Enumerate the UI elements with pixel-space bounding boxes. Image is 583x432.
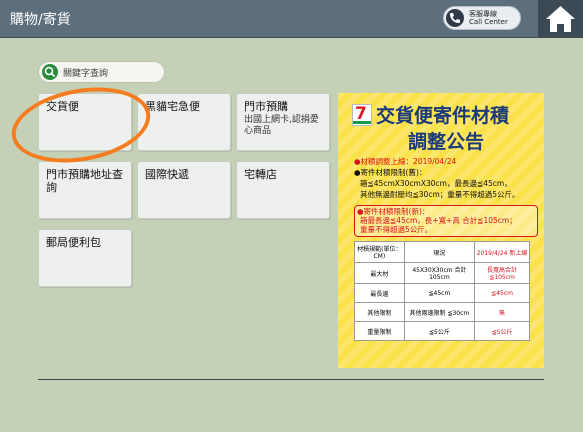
search-icon (42, 64, 58, 80)
table-cell: 重量限制 (354, 321, 405, 341)
tile-preorder-address[interactable]: 門市預購地址查詢 (38, 161, 132, 219)
table-row: 其他限制 其他兩邊限制 ≦30cm 無 (354, 302, 530, 322)
table-row: 最大材 45X30X30cm 合計105cm 長寬高合計 ≦105cm (354, 262, 530, 284)
tile-label: 黑貓宅急便 (145, 100, 200, 113)
search-placeholder: 關鍵字查詢 (63, 69, 109, 79)
tile-international-express[interactable]: 國際快遞 (137, 161, 231, 219)
poster-subtitle: 調整公告 (408, 131, 485, 153)
highlight-circle (5, 77, 157, 173)
table-cell: ≦45cm (474, 283, 530, 303)
table-cell: 其他兩邊限制 ≦30cm (403, 302, 476, 322)
tile-post-office-pack[interactable]: 郵局便利包 (38, 229, 132, 287)
call-center-button[interactable]: 客服專線 Call Center (443, 6, 521, 30)
tile-label: 郵局便利包 (46, 236, 101, 249)
poster-line: 重量不得超過5公斤。 (360, 225, 433, 234)
table-cell: 長寬高合計 ≦105cm (474, 262, 530, 284)
tile-label: 宅轉店 (244, 168, 277, 181)
poster-line: ●材積調整上線：2019/04/24 (354, 157, 457, 166)
table-cell: 2019/4/24 新上線 (474, 241, 530, 263)
home-icon (546, 6, 575, 32)
tile-sublabel: 出國上網卡,認捐愛心商品 (244, 115, 319, 136)
table-row: 重量限制 ≦5公斤 ≦5公斤 (354, 321, 530, 341)
table-row: 最長邊 ≦45cm ≦45cm (354, 283, 530, 303)
poster-line: 其他無邊耐壓均≦30cm；重量不得超過5公斤。 (360, 190, 520, 199)
announcement-poster[interactable]: 7 交貨便寄件材積 調整公告 ●材積調整上線：2019/04/24 ●寄件材積限… (338, 93, 544, 368)
table-cell: 最長邊 (354, 283, 405, 303)
table-cell: ≦45cm (403, 283, 476, 303)
table-cell: ≦5公斤 (403, 321, 476, 341)
size-limit-table: 材積規範(單位：CM) 現況 2019/4/24 新上線 最大材 45X30X3… (354, 241, 530, 341)
search-input[interactable]: 關鍵字查詢 (38, 61, 165, 83)
poster-title: 交貨便寄件材積 (376, 105, 510, 127)
top-bar: 購物/寄貨 客服專線 Call Center (0, 0, 583, 38)
poster-line: 箱≦45cmX30cmX30cm，最長邊≦45cm， (360, 179, 512, 188)
home-button[interactable] (538, 0, 583, 37)
tile-label: 門市預購 (244, 100, 288, 113)
tile-label: 國際快遞 (145, 168, 189, 181)
table-header-row: 材積規範(單位：CM) 現況 2019/4/24 新上線 (354, 241, 530, 263)
table-cell: 現況 (403, 241, 476, 263)
phone-icon (446, 9, 464, 27)
tile-black-cat[interactable]: 黑貓宅急便 (137, 93, 231, 151)
table-cell: 45X30X30cm 合計105cm (403, 262, 476, 284)
table-cell: 無 (474, 302, 530, 322)
tile-home-to-store[interactable]: 宅轉店 (236, 161, 330, 219)
divider (38, 379, 544, 380)
poster-line: ●寄件材積限制(舊)： (354, 168, 427, 177)
tile-label: 門市預購地址查詢 (46, 168, 123, 194)
seven-eleven-logo: 7 (352, 104, 372, 126)
table-cell: 其他限制 (354, 302, 405, 322)
tile-store-preorder[interactable]: 門市預購 出國上網卡,認捐愛心商品 (236, 93, 330, 151)
table-cell: 最大材 (354, 262, 405, 284)
table-cell: 材積規範(單位：CM) (354, 241, 405, 263)
page-title: 購物/寄貨 (10, 12, 71, 28)
table-cell: ≦5公斤 (474, 321, 530, 341)
call-center-label-en: Call Center (469, 18, 508, 26)
